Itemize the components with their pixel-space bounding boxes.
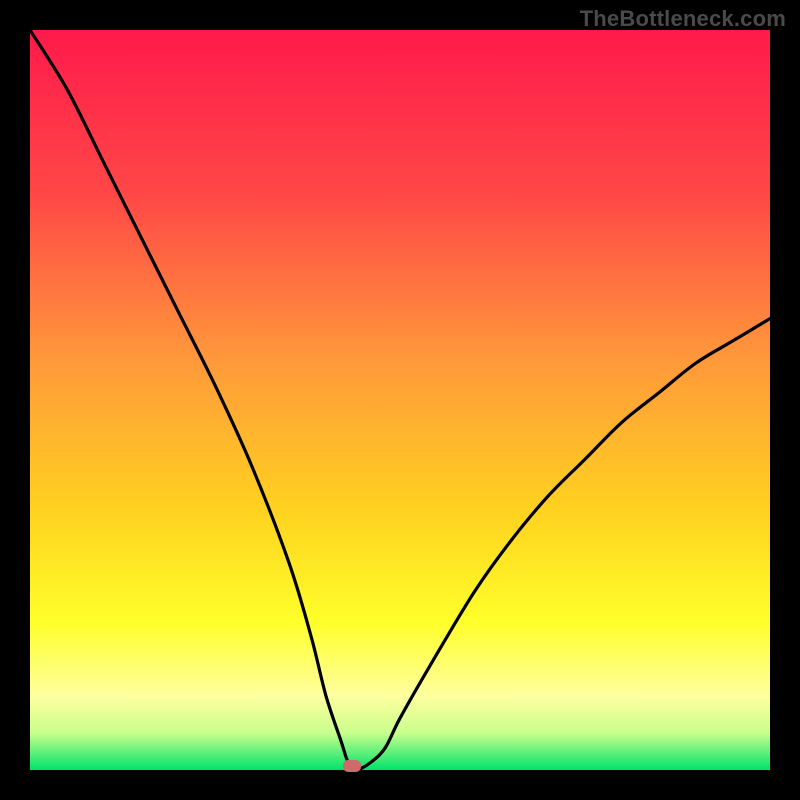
optimal-point-marker [343,760,361,772]
curve-path [30,30,770,770]
watermark-text: TheBottleneck.com [580,6,786,32]
bottleneck-curve [30,30,770,770]
chart-frame: TheBottleneck.com [0,0,800,800]
